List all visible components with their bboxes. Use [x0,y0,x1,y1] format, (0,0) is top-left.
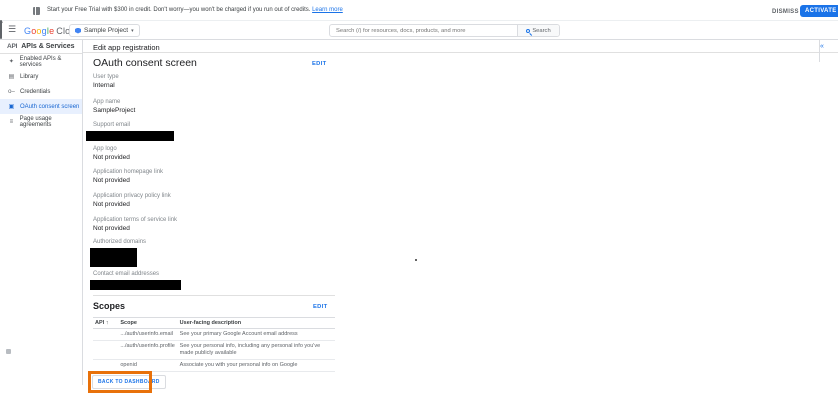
description-cell: See your primary Google Account email ad… [178,329,335,341]
chevron-down-icon: ▾ [131,28,134,34]
field-label: App name [93,98,333,106]
search-icon [526,29,530,33]
free-trial-text: Start your Free Trial with $300 in credi… [47,7,343,13]
field-label: Application privacy policy link [93,192,333,200]
gift-icon [33,7,40,15]
field-contact-emails: Contact email addresses [93,270,333,290]
page-title: Edit app registration [93,43,160,52]
key-icon: o– [8,89,15,95]
sort-ascending-icon: ↑ [106,320,109,326]
sidebar-item-label: OAuth consent screen [20,104,79,110]
logo-letter: e [49,26,54,36]
field-support-email: Support email [93,121,333,141]
scope-cell: .../auth/userinfo.profile [118,341,177,360]
redacted-value [90,248,137,267]
api-cell [93,360,118,372]
sidebar-title: APIs & Services [21,43,74,50]
api-cell [93,329,118,341]
table-row: openid Associate you with your personal … [93,360,335,372]
free-trial-message: Start your Free Trial with $300 in credi… [47,7,310,13]
field-label: Support email [93,121,333,129]
project-icon [75,28,81,34]
sidebar-item-label: Enabled APIs & services [20,56,82,68]
column-header-scope: Scope [118,318,177,329]
sidebar-header: API APIs & Services [0,40,82,54]
field-homepage-link: Application homepage link Not provided [93,168,333,185]
redacted-value [90,280,181,290]
field-privacy-policy-link: Application privacy policy link Not prov… [93,192,333,209]
column-label: API [95,320,104,326]
section-divider [93,295,335,296]
sidebar-item-credentials[interactable]: o– Credentials [0,84,82,99]
description-cell: See your personal info, including any pe… [178,341,335,360]
cloud-shell-icon[interactable] [0,20,2,39]
field-value: Not provided [93,154,333,162]
field-value: Not provided [93,177,333,185]
search-button-label: Search [532,28,550,34]
back-to-dashboard-button[interactable]: BACK TO DASHBOARD [92,375,166,389]
scopes-edit-link[interactable]: EDIT [313,304,327,310]
sidebar-item-enabled-apis[interactable]: ✦ Enabled APIs & services [0,54,82,69]
field-terms-of-service-link: Application terms of service link Not pr… [93,216,333,233]
sidebar-item-label: Credentials [20,89,50,95]
oauth-section-title: OAuth consent screen [93,57,197,69]
stray-dot [415,259,417,261]
field-value: Not provided [93,225,333,233]
sidebar-item-library[interactable]: ▤ Library [0,69,82,84]
learn-more-link[interactable]: Learn more [312,7,343,13]
page-toolbar: Edit app registration [83,40,838,53]
oauth-edit-link[interactable]: EDIT [312,61,326,67]
field-label: Authorized domains [93,238,333,246]
hamburger-menu-icon[interactable]: ☰ [8,24,16,35]
api-logo: API [7,43,17,50]
table-header-row: API ↑ Scope User-facing description [93,318,335,329]
api-cell [93,341,118,360]
redacted-value [86,131,174,141]
free-trial-banner: Start your Free Trial with $300 in credi… [0,0,838,21]
global-search: Search [329,24,560,37]
sidebar-collapse-icon[interactable] [6,349,11,354]
scopes-section-title: Scopes [93,301,125,311]
library-icon: ▤ [8,73,15,80]
document-icon: ≡ [8,119,15,125]
collapse-info-panel-icon[interactable]: « [820,43,824,50]
search-input[interactable] [330,28,517,34]
field-user-type: User type Internal [93,73,333,90]
field-label: Application terms of service link [93,216,333,224]
scopes-table: API ↑ Scope User-facing description .../… [93,317,335,372]
activate-button[interactable]: ACTIVATE [800,5,838,17]
dismiss-button[interactable]: DISMISS [772,9,799,15]
scope-cell: openid [118,360,177,372]
sidebar: API APIs & Services ✦ Enabled APIs & ser… [0,40,83,385]
field-value: SampleProject [93,107,333,115]
enabled-apis-icon: ✦ [8,58,15,65]
app-header: ☰ GoogleCloud Sample Project ▾ Search 1 … [0,21,838,40]
sidebar-item-oauth-consent-screen[interactable]: ▣ OAuth consent screen [0,99,82,114]
field-authorized-domains: Authorized domains [93,238,333,267]
field-app-logo: App logo Not provided [93,145,333,162]
field-label: Application homepage link [93,168,333,176]
consent-screen-icon: ▣ [8,103,15,110]
column-header-api[interactable]: API ↑ [93,318,118,329]
field-label: User type [93,73,333,81]
project-selector[interactable]: Sample Project ▾ [69,24,140,37]
main-content: Edit app registration « OAuth consent sc… [83,40,838,406]
sidebar-item-page-usage-agreements[interactable]: ≡ Page usage agreements [0,114,82,129]
project-name: Sample Project [84,27,128,34]
sidebar-item-label: Library [20,74,38,80]
table-row: .../auth/userinfo.profile See your perso… [93,341,335,360]
scope-cell: .../auth/userinfo.email [118,329,177,341]
table-row: .../auth/userinfo.email See your primary… [93,329,335,341]
sidebar-item-label: Page usage agreements [20,116,82,128]
field-value: Internal [93,82,333,90]
field-value: Not provided [93,201,333,209]
right-panel-divider [819,40,820,62]
field-label: Contact email addresses [93,270,333,278]
field-app-name: App name SampleProject [93,98,333,115]
column-header-description: User-facing description [178,318,335,329]
field-label: App logo [93,145,333,153]
search-button[interactable]: Search [517,25,559,36]
description-cell: Associate you with your personal info on… [178,360,335,372]
